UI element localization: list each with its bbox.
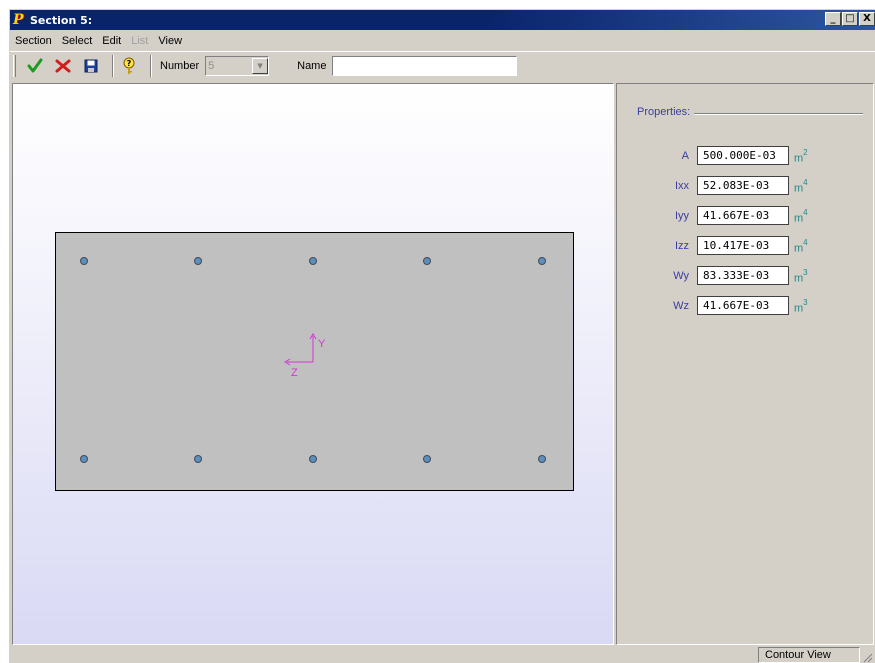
number-value: 5: [208, 60, 215, 72]
property-value-field[interactable]: 83.333E-03: [697, 266, 789, 285]
property-value-field[interactable]: 41.667E-03: [697, 296, 789, 315]
title-bar[interactable]: P Section 5: _ □ X: [10, 10, 875, 30]
toolbar-separator-2: [150, 55, 152, 77]
property-label: Izz: [674, 240, 689, 252]
property-value-field[interactable]: 41.667E-03: [697, 206, 789, 225]
property-label: A: [681, 150, 689, 162]
floppy-disk-icon: [84, 59, 98, 73]
property-label: Iyy: [674, 210, 689, 222]
x-cross-icon: [55, 59, 71, 73]
number-label: Number: [160, 60, 200, 72]
svg-text:?: ?: [127, 59, 132, 68]
status-view-mode: Contour View: [758, 647, 860, 663]
save-button[interactable]: [80, 55, 102, 77]
property-unit: m4: [794, 238, 808, 255]
property-row-wy: Wy 83.333E-03 m3: [617, 266, 857, 288]
property-row-a: A 500.000E-03 m2: [617, 146, 857, 168]
accept-button[interactable]: [24, 55, 46, 77]
menu-bar: Section Select Edit List View: [10, 31, 875, 51]
properties-panel: Properties: A 500.000E-03 m2 Ixx 52.083E…: [616, 83, 874, 645]
section-canvas[interactable]: Y Z: [12, 83, 614, 645]
toolbar: ? Number 5 ▼ Name: [10, 51, 875, 80]
rebar-point[interactable]: [80, 257, 88, 265]
name-field[interactable]: [332, 56, 518, 76]
chevron-down-icon: ▼: [252, 58, 269, 74]
key-question-icon: ?: [123, 57, 135, 74]
toolbar-separator: [112, 55, 114, 77]
property-label: Ixx: [674, 180, 689, 192]
property-unit: m3: [794, 298, 808, 315]
property-row-izz: Izz 10.417E-03 m4: [617, 236, 857, 258]
rebar-point[interactable]: [423, 257, 431, 265]
resize-grip-icon[interactable]: [861, 651, 873, 663]
app-logo-icon: P: [13, 11, 24, 28]
properties-title: Properties:: [637, 106, 695, 118]
axis-y-label: Y: [318, 338, 326, 350]
rebar-point[interactable]: [194, 257, 202, 265]
rebar-point[interactable]: [538, 455, 546, 463]
rebar-point[interactable]: [423, 455, 431, 463]
help-button[interactable]: ?: [118, 55, 140, 77]
property-row-wz: Wz 41.667E-03 m3: [617, 296, 857, 318]
property-unit: m4: [794, 178, 808, 195]
property-value-field[interactable]: 10.417E-03: [697, 236, 789, 255]
menu-list: List: [131, 35, 149, 47]
axis-z-label: Z: [291, 367, 298, 379]
rebar-point[interactable]: [80, 455, 88, 463]
property-label: Wy: [673, 270, 689, 282]
property-value-field[interactable]: 52.083E-03: [697, 176, 789, 195]
status-bar: Contour View: [10, 646, 875, 663]
menu-view[interactable]: View: [153, 35, 187, 47]
property-unit: m4: [794, 208, 808, 225]
property-unit: m2: [794, 148, 808, 165]
menu-select[interactable]: Select: [57, 35, 98, 47]
close-button[interactable]: X: [859, 12, 875, 26]
property-label: Wz: [673, 300, 689, 312]
cancel-button[interactable]: [52, 55, 74, 77]
property-unit: m3: [794, 268, 808, 285]
property-value-field[interactable]: 500.000E-03: [697, 146, 789, 165]
rebar-point[interactable]: [538, 257, 546, 265]
maximize-button[interactable]: □: [842, 12, 858, 26]
rebar-point[interactable]: [309, 257, 317, 265]
window-title: Section 5:: [30, 13, 93, 27]
rebar-point[interactable]: [309, 455, 317, 463]
property-row-ixx: Ixx 52.083E-03 m4: [617, 176, 857, 198]
minimize-button[interactable]: _: [825, 12, 841, 26]
toolbar-grip[interactable]: [13, 55, 16, 77]
menu-section[interactable]: Section: [10, 35, 57, 47]
number-select: 5 ▼: [205, 56, 270, 76]
axis-triad-icon: Y Z: [284, 333, 326, 379]
menu-edit[interactable]: Edit: [97, 35, 126, 47]
name-label: Name: [297, 60, 327, 72]
property-row-iyy: Iyy 41.667E-03 m4: [617, 206, 857, 228]
check-icon: [27, 58, 43, 73]
window-controls: _ □ X: [824, 12, 875, 26]
section-window: P Section 5: _ □ X Section Select Edit L…: [8, 8, 875, 663]
rebar-point[interactable]: [194, 455, 202, 463]
